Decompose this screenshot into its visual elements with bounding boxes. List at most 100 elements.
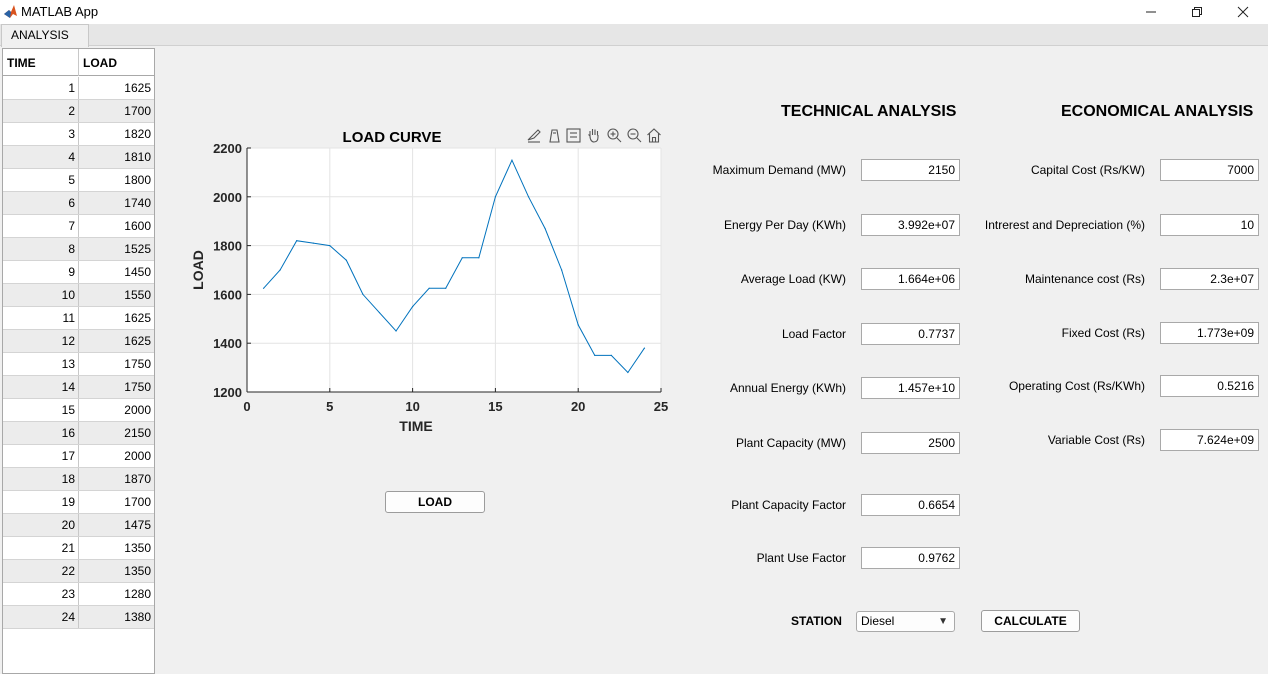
annual-energy-field[interactable]: 1.457e+10 bbox=[861, 377, 960, 399]
cell-load[interactable]: 1350 bbox=[79, 537, 154, 559]
cell-time[interactable]: 17 bbox=[3, 445, 79, 467]
cell-load[interactable]: 1525 bbox=[79, 238, 154, 260]
zoom-in-icon[interactable] bbox=[607, 128, 622, 143]
average-load-field[interactable]: 1.664e+06 bbox=[861, 268, 960, 290]
cell-time[interactable]: 20 bbox=[3, 514, 79, 536]
cell-time[interactable]: 8 bbox=[3, 238, 79, 260]
cell-load[interactable]: 1625 bbox=[79, 307, 154, 329]
cell-time[interactable]: 3 bbox=[3, 123, 79, 145]
axes-toolbar[interactable] bbox=[527, 128, 661, 143]
plant-capacity-field[interactable]: 2500 bbox=[861, 432, 960, 454]
table-row[interactable]: 14 1750 bbox=[3, 376, 154, 399]
load-table[interactable]: TIME LOAD 1 1625 2 1700 3 1820 4 1810 5 1800 6 1740… bbox=[2, 48, 155, 674]
column-header-load[interactable]: LOAD bbox=[79, 49, 154, 76]
table-row[interactable]: 22 1350 bbox=[3, 560, 154, 583]
maintenance-cost-field[interactable]: 2.3e+07 bbox=[1160, 268, 1259, 290]
table-row[interactable]: 9 1450 bbox=[3, 261, 154, 284]
table-row[interactable]: 16 2150 bbox=[3, 422, 154, 445]
table-row[interactable]: 23 1280 bbox=[3, 583, 154, 606]
zoom-out-icon[interactable] bbox=[627, 128, 642, 143]
table-row[interactable]: 19 1700 bbox=[3, 491, 154, 514]
cell-load[interactable]: 1870 bbox=[79, 468, 154, 490]
cell-time[interactable]: 10 bbox=[3, 284, 79, 306]
table-row[interactable]: 2 1700 bbox=[3, 100, 154, 123]
cell-load[interactable]: 1700 bbox=[79, 491, 154, 513]
cell-time[interactable]: 4 bbox=[3, 146, 79, 168]
fixed-cost-field[interactable]: 1.773e+09 bbox=[1160, 322, 1259, 344]
interest-depreciation-field[interactable]: 10 bbox=[1160, 214, 1259, 236]
cell-load[interactable]: 1750 bbox=[79, 353, 154, 375]
cell-load[interactable]: 1740 bbox=[79, 192, 154, 214]
minimize-button[interactable] bbox=[1128, 0, 1174, 24]
cell-load[interactable]: 1350 bbox=[79, 560, 154, 582]
cell-load[interactable]: 1625 bbox=[79, 330, 154, 352]
station-dropdown[interactable]: Diesel ▼ bbox=[856, 611, 955, 632]
data-tips-icon[interactable] bbox=[549, 129, 560, 143]
load-factor-field[interactable]: 0.7737 bbox=[861, 323, 960, 345]
energy-per-day-field[interactable]: 3.992e+07 bbox=[861, 214, 960, 236]
table-row[interactable]: 15 2000 bbox=[3, 399, 154, 422]
table-row[interactable]: 1 1625 bbox=[3, 77, 154, 100]
cell-time[interactable]: 23 bbox=[3, 583, 79, 605]
table-row[interactable]: 5 1800 bbox=[3, 169, 154, 192]
tab-analysis[interactable]: ANALYSIS bbox=[1, 24, 89, 47]
cell-time[interactable]: 12 bbox=[3, 330, 79, 352]
cell-load[interactable]: 1820 bbox=[79, 123, 154, 145]
cell-load[interactable]: 1280 bbox=[79, 583, 154, 605]
restore-button[interactable] bbox=[1174, 0, 1220, 24]
table-row[interactable]: 8 1525 bbox=[3, 238, 154, 261]
cell-time[interactable]: 19 bbox=[3, 491, 79, 513]
pan-icon[interactable] bbox=[588, 129, 599, 143]
cell-load[interactable]: 1800 bbox=[79, 169, 154, 191]
table-row[interactable]: 3 1820 bbox=[3, 123, 154, 146]
cell-load[interactable]: 1750 bbox=[79, 376, 154, 398]
table-row[interactable]: 10 1550 bbox=[3, 284, 154, 307]
table-row[interactable]: 11 1625 bbox=[3, 307, 154, 330]
cell-load[interactable]: 2150 bbox=[79, 422, 154, 444]
cell-load[interactable]: 1600 bbox=[79, 215, 154, 237]
cell-time[interactable]: 21 bbox=[3, 537, 79, 559]
table-row[interactable]: 6 1740 bbox=[3, 192, 154, 215]
cell-time[interactable]: 1 bbox=[3, 77, 79, 99]
table-row[interactable]: 13 1750 bbox=[3, 353, 154, 376]
operating-cost-field[interactable]: 0.5216 bbox=[1160, 375, 1259, 397]
table-row[interactable]: 20 1475 bbox=[3, 514, 154, 537]
table-row[interactable]: 17 2000 bbox=[3, 445, 154, 468]
close-button[interactable] bbox=[1220, 0, 1266, 24]
cell-load[interactable]: 2000 bbox=[79, 399, 154, 421]
cell-time[interactable]: 15 bbox=[3, 399, 79, 421]
cell-load[interactable]: 1380 bbox=[79, 606, 154, 628]
calculate-button[interactable]: CALCULATE bbox=[981, 610, 1080, 632]
cell-load[interactable]: 1625 bbox=[79, 77, 154, 99]
cell-time[interactable]: 11 bbox=[3, 307, 79, 329]
table-row[interactable]: 24 1380 bbox=[3, 606, 154, 629]
cell-time[interactable]: 22 bbox=[3, 560, 79, 582]
cell-time[interactable]: 6 bbox=[3, 192, 79, 214]
legend-icon[interactable] bbox=[566, 128, 581, 143]
cell-load[interactable]: 1700 bbox=[79, 100, 154, 122]
cell-time[interactable]: 18 bbox=[3, 468, 79, 490]
maximum-demand-field[interactable]: 2150 bbox=[861, 159, 960, 181]
cell-time[interactable]: 5 bbox=[3, 169, 79, 191]
cell-load[interactable]: 1810 bbox=[79, 146, 154, 168]
table-row[interactable]: 21 1350 bbox=[3, 537, 154, 560]
plant-capacity-factor-field[interactable]: 0.6654 bbox=[861, 494, 960, 516]
table-row[interactable]: 12 1625 bbox=[3, 330, 154, 353]
cell-time[interactable]: 9 bbox=[3, 261, 79, 283]
brush-icon[interactable] bbox=[527, 129, 541, 143]
cell-time[interactable]: 7 bbox=[3, 215, 79, 237]
plant-use-factor-field[interactable]: 0.9762 bbox=[861, 547, 960, 569]
cell-time[interactable]: 24 bbox=[3, 606, 79, 628]
table-row[interactable]: 4 1810 bbox=[3, 146, 154, 169]
cell-time[interactable]: 2 bbox=[3, 100, 79, 122]
column-header-time[interactable]: TIME bbox=[3, 49, 79, 76]
variable-cost-field[interactable]: 7.624e+09 bbox=[1160, 429, 1259, 451]
cell-load[interactable]: 2000 bbox=[79, 445, 154, 467]
home-icon[interactable] bbox=[647, 128, 661, 143]
cell-time[interactable]: 16 bbox=[3, 422, 79, 444]
cell-time[interactable]: 14 bbox=[3, 376, 79, 398]
load-button[interactable]: LOAD bbox=[385, 491, 485, 513]
cell-load[interactable]: 1475 bbox=[79, 514, 154, 536]
table-row[interactable]: 7 1600 bbox=[3, 215, 154, 238]
cell-load[interactable]: 1550 bbox=[79, 284, 154, 306]
